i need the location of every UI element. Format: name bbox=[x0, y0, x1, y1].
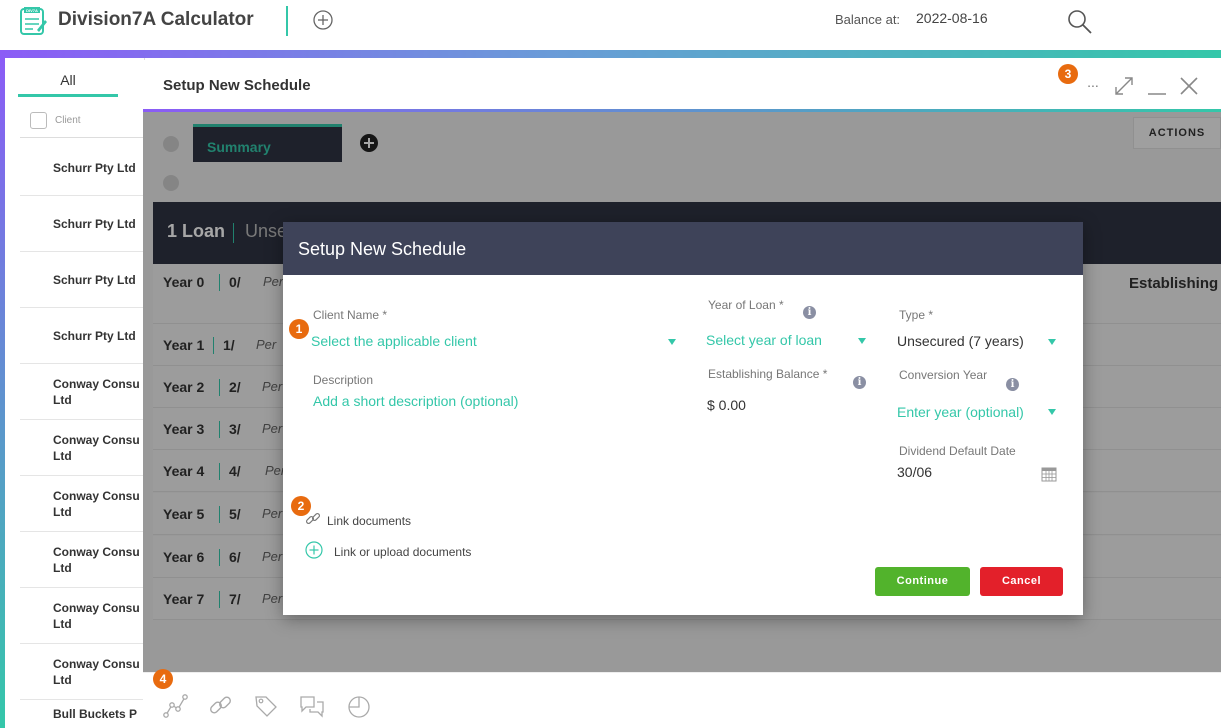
badge-4: 4 bbox=[153, 669, 173, 689]
setup-schedule-modal: Setup New Schedule 1 Client Name * Selec… bbox=[283, 222, 1083, 615]
comments-icon[interactable] bbox=[299, 693, 325, 719]
window-title: Setup New Schedule bbox=[163, 77, 311, 94]
close-icon[interactable] bbox=[1177, 74, 1201, 98]
type-select[interactable]: Unsecured (7 years) bbox=[897, 333, 1024, 349]
client-list-header: Client bbox=[20, 104, 145, 138]
conversion-year-select[interactable]: Enter year (optional) bbox=[897, 404, 1024, 420]
header-gradient-bar bbox=[0, 50, 1221, 58]
client-column-label: Client bbox=[55, 115, 81, 126]
network-icon[interactable] bbox=[163, 693, 189, 719]
upload-documents-icon[interactable] bbox=[305, 541, 323, 559]
dividend-default-date-input[interactable]: 30/06 bbox=[897, 464, 932, 480]
type-label: Type * bbox=[899, 308, 934, 322]
calendar-icon[interactable] bbox=[1041, 466, 1057, 482]
badge-3: 3 bbox=[1058, 64, 1078, 84]
dividend-default-date-label: Dividend Default Date bbox=[899, 444, 1016, 458]
cancel-button[interactable]: Cancel bbox=[980, 567, 1063, 596]
expand-icon[interactable] bbox=[1112, 74, 1136, 98]
header-divider bbox=[286, 6, 288, 36]
minimize-icon[interactable] bbox=[1145, 74, 1169, 98]
client-row[interactable]: Conway Consu Ltd bbox=[20, 532, 145, 588]
conversion-info-icon[interactable]: i bbox=[1006, 378, 1019, 391]
link-icon[interactable] bbox=[208, 693, 234, 719]
app-title: Division7A Calculator bbox=[58, 9, 254, 30]
client-row[interactable]: Schurr Pty Ltd bbox=[20, 252, 145, 308]
add-tab-icon[interactable] bbox=[312, 9, 334, 31]
app-root: DIV7A Division7A Calculator Balance at: … bbox=[0, 0, 1221, 728]
footer-toolbar: 4 bbox=[143, 669, 1221, 728]
tab-all[interactable]: All bbox=[18, 72, 118, 97]
type-caret-icon[interactable] bbox=[1048, 339, 1056, 345]
establishing-balance-input[interactable]: $ 0.00 bbox=[707, 397, 746, 413]
client-list-panel: All Client Schurr Pty Ltd Schurr Pty Ltd… bbox=[5, 58, 145, 728]
description-label: Description bbox=[313, 373, 374, 387]
badge-1: 1 bbox=[289, 319, 309, 339]
client-row[interactable]: Conway Consu Ltd bbox=[20, 644, 145, 700]
client-row[interactable]: Bull Buckets P bbox=[20, 700, 145, 728]
balance-label: Balance at: bbox=[835, 12, 901, 27]
conversion-year-label: Conversion Year bbox=[899, 368, 988, 382]
conversion-caret-icon[interactable] bbox=[1048, 409, 1056, 415]
more-button[interactable]: ... bbox=[1081, 74, 1105, 98]
modal-title: Setup New Schedule bbox=[283, 222, 1083, 275]
client-row[interactable]: Schurr Pty Ltd bbox=[20, 196, 145, 252]
year-of-loan-label: Year of Loan * bbox=[708, 298, 784, 312]
client-caret-icon[interactable] bbox=[668, 339, 676, 345]
establishing-balance-label: Establishing Balance * bbox=[708, 367, 828, 381]
client-name-label: Client Name * bbox=[313, 308, 388, 322]
client-row[interactable]: Conway Consu Ltd bbox=[20, 420, 145, 476]
client-row[interactable]: Schurr Pty Ltd bbox=[20, 308, 145, 364]
history-icon[interactable] bbox=[346, 693, 372, 719]
year-info-icon[interactable]: i bbox=[803, 306, 816, 319]
upload-documents-label[interactable]: Link or upload documents bbox=[334, 545, 471, 559]
logo-text: DIV7A bbox=[26, 8, 38, 13]
search-icon[interactable] bbox=[1066, 8, 1094, 36]
app-logo-icon: DIV7A bbox=[20, 7, 47, 35]
year-of-loan-select[interactable]: Select year of loan bbox=[706, 332, 822, 348]
description-input[interactable]: Add a short description (optional) bbox=[313, 393, 518, 409]
select-all-checkbox[interactable] bbox=[30, 112, 47, 129]
window-header: Setup New Schedule 3 ... bbox=[143, 60, 1221, 110]
year-caret-icon[interactable] bbox=[858, 338, 866, 344]
tag-icon[interactable] bbox=[253, 693, 279, 719]
top-bar: DIV7A Division7A Calculator Balance at: … bbox=[0, 0, 1221, 50]
link-documents-label[interactable]: Link documents bbox=[327, 514, 411, 528]
link-documents-icon bbox=[305, 512, 321, 525]
balance-info-icon[interactable]: i bbox=[853, 376, 866, 389]
client-row[interactable]: Conway Consu Ltd bbox=[20, 476, 145, 532]
client-row[interactable]: Conway Consu Ltd bbox=[20, 588, 145, 644]
client-name-select[interactable]: Select the applicable client bbox=[311, 333, 477, 349]
client-row[interactable]: Schurr Pty Ltd bbox=[20, 140, 145, 196]
balance-date[interactable]: 2022-08-16 bbox=[916, 10, 988, 26]
client-row[interactable]: Conway Consu Ltd bbox=[20, 364, 145, 420]
continue-button[interactable]: Continue bbox=[875, 567, 970, 596]
